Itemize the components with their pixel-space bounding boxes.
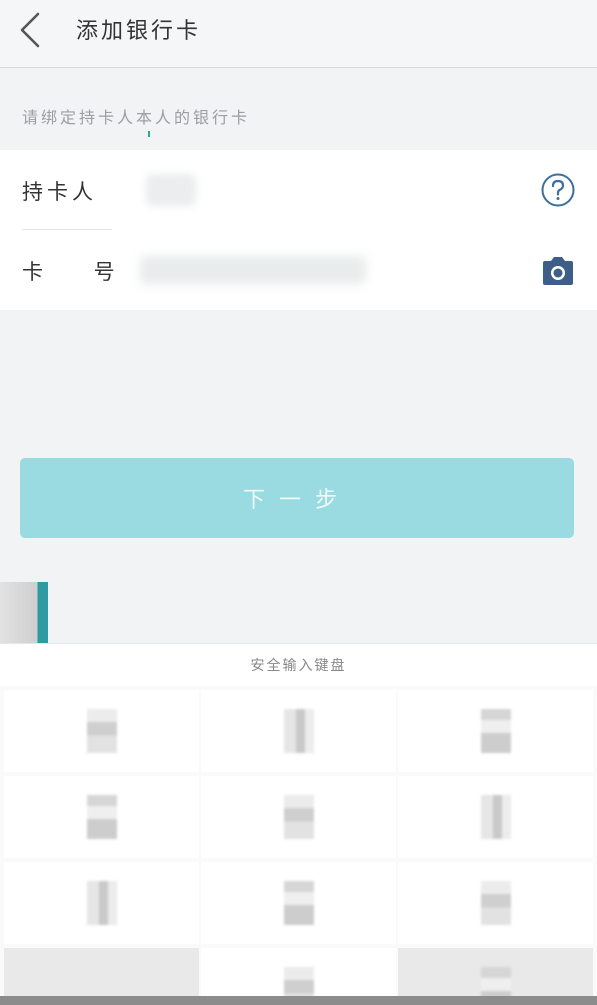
bottom-bar (0, 996, 597, 1005)
page-title: 添加银行卡 (76, 19, 202, 44)
card-form: 持卡人 卡 号 (0, 150, 597, 310)
card-number-row: 卡 号 (0, 230, 597, 310)
cardholder-row: 持卡人 (0, 150, 597, 230)
keyboard-key[interactable] (4, 690, 199, 772)
keyboard-key[interactable] (4, 776, 199, 858)
keyboard-key[interactable] (201, 862, 396, 944)
bind-hint: 请绑定持卡人本人的银行卡 (22, 108, 251, 127)
keyboard-key[interactable] (398, 690, 593, 772)
text-cursor (148, 131, 150, 137)
back-button[interactable] (10, 8, 50, 52)
keyboard-key[interactable] (201, 776, 396, 858)
keyboard-key[interactable] (398, 776, 593, 858)
card-number-label: 卡 号 (22, 260, 137, 284)
keyboard-header: 安全输入键盘 (0, 643, 597, 687)
secure-keyboard (0, 686, 597, 1005)
keyboard-key[interactable] (398, 862, 593, 944)
next-step-button[interactable]: 下一步 (20, 458, 574, 538)
edge-thumbnail (0, 582, 48, 652)
header: 添加银行卡 (0, 0, 597, 68)
keyboard-key[interactable] (4, 862, 199, 944)
cardholder-label: 持卡人 (22, 180, 97, 204)
cardholder-name-field[interactable] (146, 174, 196, 206)
add-bank-card-page: 添加银行卡 请绑定持卡人本人的银行卡 持卡人 卡 号 下一步 安全输入键盘 (0, 0, 597, 1005)
keyboard-key[interactable] (201, 690, 396, 772)
help-circle-icon[interactable] (540, 172, 576, 208)
camera-icon[interactable] (540, 255, 576, 287)
chevron-left-icon (20, 12, 40, 48)
card-number-field[interactable] (140, 256, 366, 284)
keyboard-title: 安全输入键盘 (250, 658, 347, 674)
